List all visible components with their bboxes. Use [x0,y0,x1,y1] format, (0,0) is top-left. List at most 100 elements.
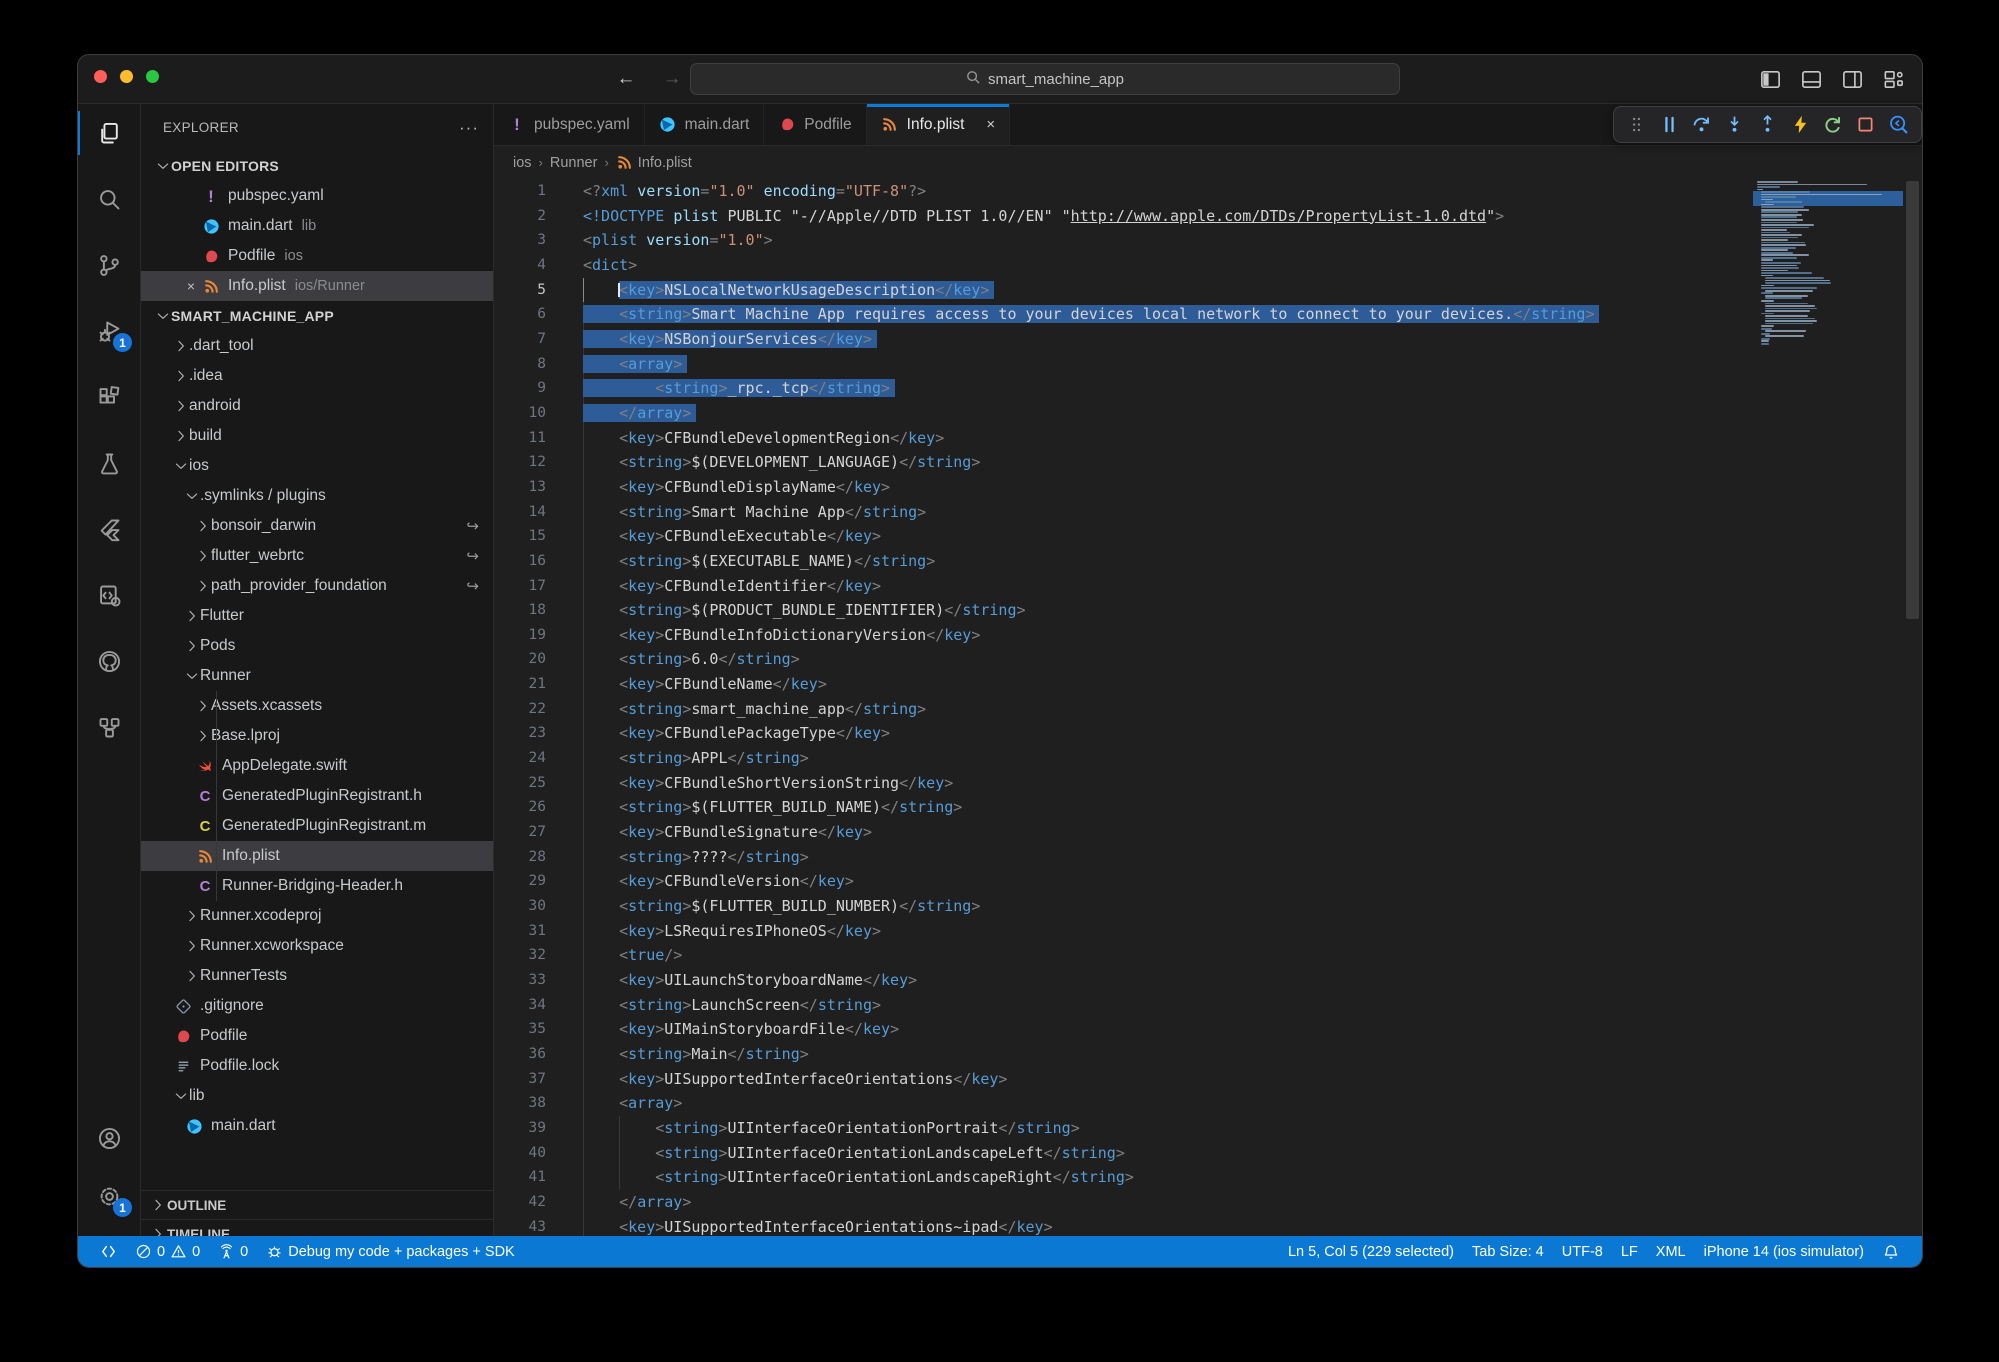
close-icon[interactable]: × [986,116,995,133]
tree-item-Runner[interactable]: Runner [141,661,493,691]
code-line-15[interactable]: 15 <key>CFBundleExecutable</key> [494,524,1922,549]
code-editor[interactable]: 1<?xml version="1.0" encoding="UTF-8"?>2… [494,179,1922,1238]
tree-item-Info.plist[interactable]: Info.plist [141,841,493,871]
activity-bar-item-search[interactable] [85,175,133,223]
code-line-10[interactable]: 10 </array> [494,401,1922,426]
code-line-39[interactable]: 39 <string>UIInterfaceOrientationPortrai… [494,1116,1922,1141]
code-line-20[interactable]: 20 <string>6.0</string> [494,647,1922,672]
activity-bar-item-source-control[interactable] [85,241,133,289]
statusbar-debug-config[interactable]: Debug my code + packages + SDK [257,1236,524,1267]
statusbar-ln-5-col-5-229-selected-[interactable]: Ln 5, Col 5 (229 selected) [1279,1236,1463,1267]
statusbar-lf[interactable]: LF [1612,1236,1647,1267]
tree-item-flutter_webrtc[interactable]: flutter_webrtc ↪ [141,541,493,571]
code-line-6[interactable]: 6 <string>Smart Machine App requires acc… [494,302,1922,327]
code-line-5[interactable]: 5 <key>NSLocalNetworkUsageDescription</k… [494,278,1922,303]
open-editors-header[interactable]: OPEN EDITORS [141,151,493,181]
tab-main.dart[interactable]: main.dart [645,104,765,145]
statusbar-tab-size-4[interactable]: Tab Size: 4 [1463,1236,1553,1267]
debug-hot-reload-button[interactable] [1786,111,1814,139]
code-line-2[interactable]: 2<!DOCTYPE plist PUBLIC "-//Apple//DTD P… [494,204,1922,229]
code-line-35[interactable]: 35 <key>UIMainStoryboardFile</key> [494,1017,1922,1042]
code-line-38[interactable]: 38 <array> [494,1091,1922,1116]
code-line-33[interactable]: 33 <key>UILaunchStoryboardName</key> [494,968,1922,993]
code-line-42[interactable]: 42 </array> [494,1190,1922,1215]
statusbar-bell[interactable] [1873,1236,1909,1267]
forward-arrow-icon[interactable]: → [660,63,684,95]
statusbar-utf-8[interactable]: UTF-8 [1553,1236,1612,1267]
code-line-13[interactable]: 13 <key>CFBundleDisplayName</key> [494,475,1922,500]
tab-Podfile[interactable]: Podfile [764,104,866,145]
code-line-9[interactable]: 9 <string>_rpc._tcp</string> [494,376,1922,401]
code-line-16[interactable]: 16 <string>$(EXECUTABLE_NAME)</string> [494,549,1922,574]
code-line-30[interactable]: 30 <string>$(FLUTTER_BUILD_NUMBER)</stri… [494,894,1922,919]
statusbar-iphone-14-ios-simulator-[interactable]: iPhone 14 (ios simulator) [1695,1236,1873,1267]
code-line-28[interactable]: 28 <string>????</string> [494,845,1922,870]
activity-bar-item-github[interactable] [85,637,133,685]
scrollbar-thumb[interactable] [1906,181,1919,619]
tree-item-Runner-Bridging-Header.h[interactable]: C Runner-Bridging-Header.h [141,871,493,901]
code-line-21[interactable]: 21 <key>CFBundleName</key> [494,672,1922,697]
open-editor-Podfile[interactable]: Podfileios [141,241,493,271]
zoom-window-button[interactable] [146,70,159,83]
editor-scrollbar[interactable] [1903,179,1923,1238]
layout-panel-icon[interactable] [1799,67,1824,92]
activity-bar-item-settings[interactable]: 1 [85,1172,133,1220]
code-line-3[interactable]: 3<plist version="1.0"> [494,228,1922,253]
debug-step-over-button[interactable] [1688,111,1716,139]
minimap[interactable] [1753,181,1903,1238]
debug-step-out-button[interactable] [1753,111,1781,139]
statusbar-problems[interactable]: 00 [126,1236,209,1267]
tree-item-main.dart[interactable]: main.dart [141,1111,493,1141]
tab-Info.plist[interactable]: Info.plist × [867,104,1011,145]
activity-bar-item-explorer[interactable] [85,109,133,157]
activity-bar-item-flutter[interactable] [85,505,133,553]
debug-widget-inspector-button[interactable] [1885,111,1913,139]
code-line-11[interactable]: 11 <key>CFBundleDevelopmentRegion</key> [494,426,1922,451]
explorer-actions-button[interactable]: ··· [459,118,479,138]
tree-item-.gitignore[interactable]: .gitignore [141,991,493,1021]
code-line-37[interactable]: 37 <key>UISupportedInterfaceOrientations… [494,1067,1922,1092]
back-arrow-icon[interactable]: ← [614,63,638,95]
code-line-26[interactable]: 26 <string>$(FLUTTER_BUILD_NAME)</string… [494,795,1922,820]
code-line-18[interactable]: 18 <string>$(PRODUCT_BUNDLE_IDENTIFIER)<… [494,598,1922,623]
code-line-19[interactable]: 19 <key>CFBundleInfoDictionaryVersion</k… [494,623,1922,648]
code-line-8[interactable]: 8 <array> [494,352,1922,377]
tree-item-Podfile.lock[interactable]: Podfile.lock [141,1051,493,1081]
tree-item-bonsoir_darwin[interactable]: bonsoir_darwin ↪ [141,511,493,541]
statusbar-radio-tower[interactable]: 0 [209,1236,257,1267]
tab-pubspec.yaml[interactable]: ! pubspec.yaml [494,104,645,145]
activity-bar-item-run-and-debug[interactable]: 1 [85,307,133,355]
code-line-7[interactable]: 7 <key>NSBonjourServices</key> [494,327,1922,352]
tree-item-.dart_tool[interactable]: .dart_tool [141,331,493,361]
tree-item-GeneratedPluginRegistrant.m[interactable]: C GeneratedPluginRegistrant.m [141,811,493,841]
activity-bar-item-project-hub[interactable] [85,703,133,751]
open-editor-Info.plist[interactable]: × Info.plistios/Runner [141,271,493,301]
code-line-22[interactable]: 22 <string>smart_machine_app</string> [494,697,1922,722]
code-line-32[interactable]: 32 <true/> [494,943,1922,968]
code-line-34[interactable]: 34 <string>LaunchScreen</string> [494,993,1922,1018]
code-line-41[interactable]: 41 <string>UIInterfaceOrientationLandsca… [494,1165,1922,1190]
tree-item-Podfile[interactable]: Podfile [141,1021,493,1051]
debug-drag-handle-button[interactable] [1622,111,1650,139]
command-center-search[interactable]: smart_machine_app [690,63,1400,95]
open-editor-pubspec.yaml[interactable]: !pubspec.yaml [141,181,493,211]
code-line-24[interactable]: 24 <string>APPL</string> [494,746,1922,771]
tree-item-Runner.xcodeproj[interactable]: Runner.xcodeproj [141,901,493,931]
debug-pause-button[interactable] [1655,111,1683,139]
tree-item-path_provider_foundation[interactable]: path_provider_foundation ↪ [141,571,493,601]
code-line-27[interactable]: 27 <key>CFBundleSignature</key> [494,820,1922,845]
tree-item-GeneratedPluginRegistrant.h[interactable]: C GeneratedPluginRegistrant.h [141,781,493,811]
layout-sidebar-left-icon[interactable] [1758,67,1783,92]
tree-item-Flutter[interactable]: Flutter [141,601,493,631]
close-icon[interactable]: × [181,278,201,294]
tree-item-RunnerTests[interactable]: RunnerTests [141,961,493,991]
breadcrumb-item-Runner[interactable]: Runner [550,155,598,171]
tree-item-.symlinks / plugins[interactable]: .symlinks / plugins [141,481,493,511]
tree-item-ios[interactable]: ios [141,451,493,481]
code-line-40[interactable]: 40 <string>UIInterfaceOrientationLandsca… [494,1141,1922,1166]
statusbar-xml[interactable]: XML [1647,1236,1695,1267]
statusbar-remote[interactable] [91,1236,126,1267]
debug-step-into-button[interactable] [1721,111,1749,139]
sidebar-section-outline[interactable]: OUTLINE [141,1190,493,1219]
minimize-window-button[interactable] [120,70,133,83]
